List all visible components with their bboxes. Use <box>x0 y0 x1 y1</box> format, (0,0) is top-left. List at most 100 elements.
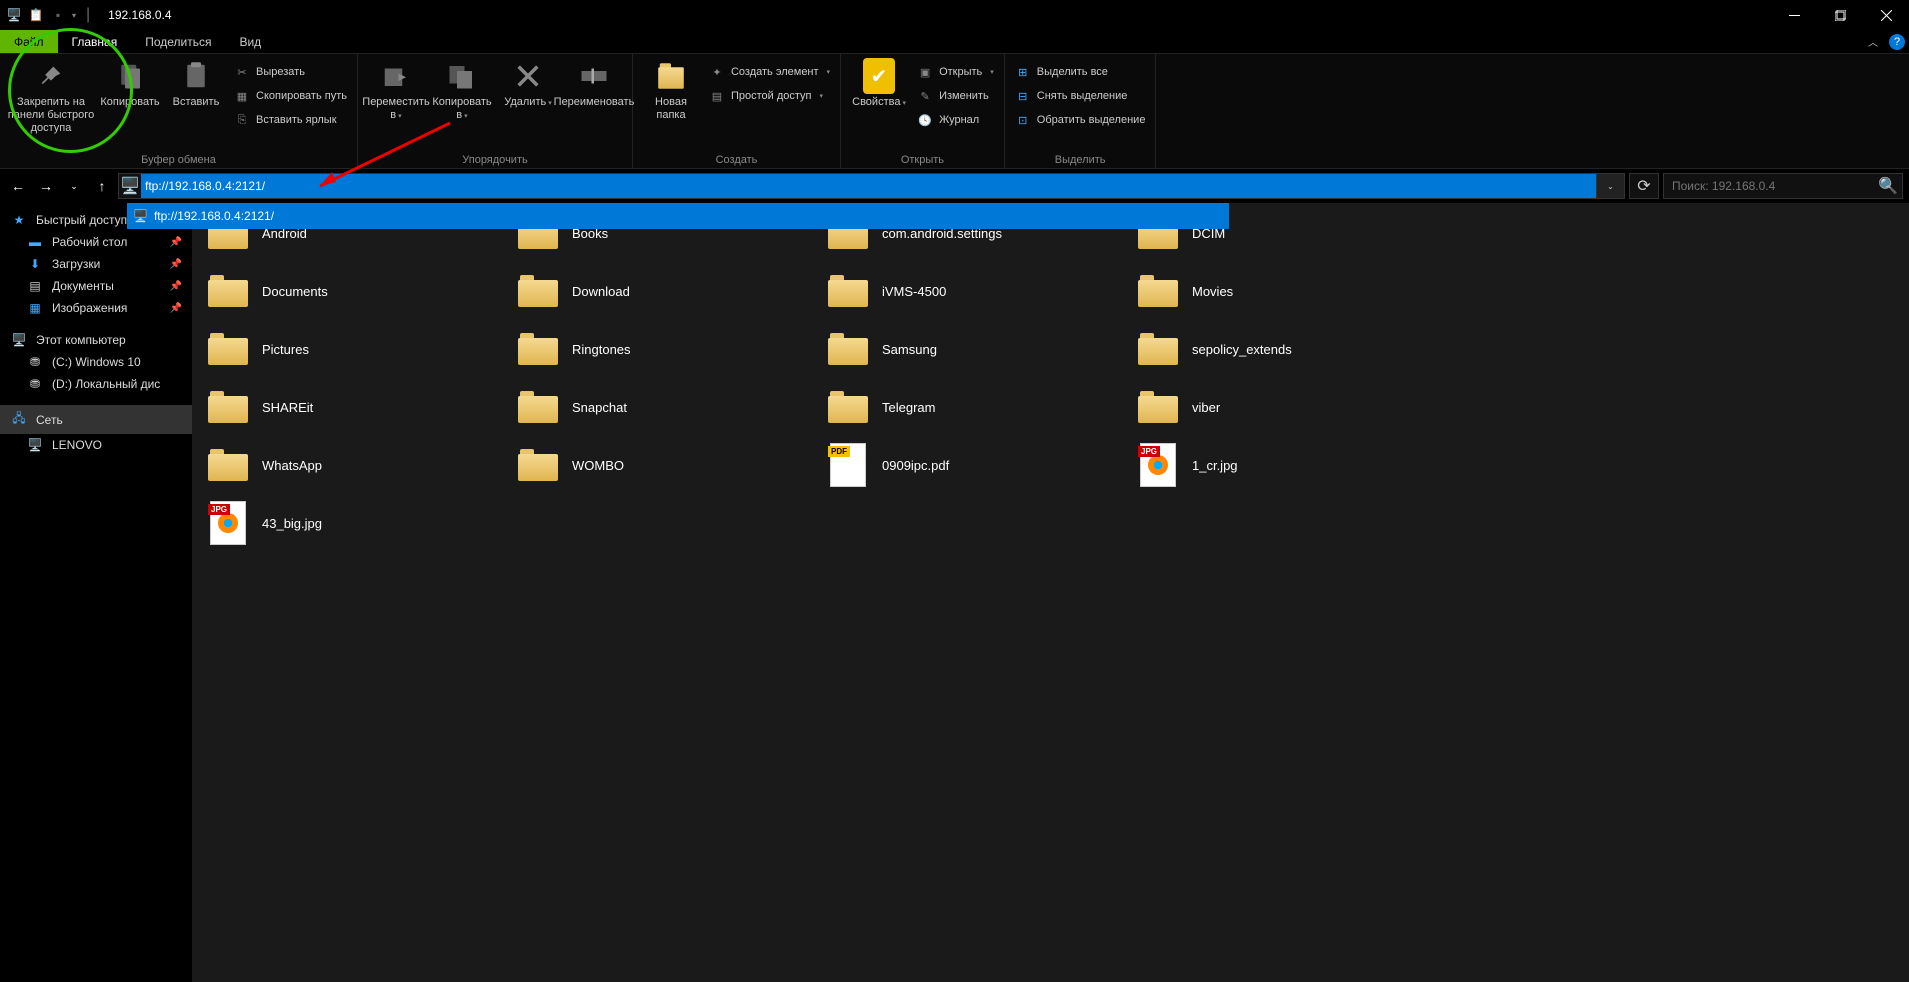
sidebar-drive-d[interactable]: ⛃(D:) Локальный дис <box>0 373 192 395</box>
sidebar-drive-c[interactable]: ⛃(C:) Windows 10 <box>0 351 192 373</box>
file-name: Documents <box>262 284 328 299</box>
pin-icon: 📌 <box>170 237 182 248</box>
sidebar-desktop[interactable]: ▬Рабочий стол📌 <box>0 231 192 253</box>
download-icon: ⬇ <box>26 257 44 271</box>
copyto-button[interactable]: Копировать в▾ <box>430 56 494 122</box>
address-suggestion[interactable]: 🖥️ ftp://192.168.0.4:2121/ <box>127 203 1229 229</box>
tab-file[interactable]: Файл <box>0 30 58 53</box>
file-item[interactable]: SHAREit <box>206 387 506 427</box>
search-input[interactable] <box>1664 179 1874 193</box>
file-item[interactable]: WOMBO <box>516 445 816 485</box>
paste-shortcut-button[interactable]: ⎘Вставить ярлык <box>230 110 351 130</box>
folder-icon <box>1138 391 1178 423</box>
scissors-icon: ✂ <box>234 64 250 80</box>
file-name: 43_big.jpg <box>262 516 322 531</box>
history-button[interactable]: 🕓Журнал <box>913 110 998 130</box>
selectall-icon: ⊞ <box>1015 64 1031 80</box>
delete-icon <box>512 60 544 92</box>
file-item[interactable]: 0909ipc.pdf <box>826 445 1126 485</box>
tab-view[interactable]: Вид <box>225 30 275 53</box>
rename-button[interactable]: Переименовать <box>562 56 626 109</box>
folder-icon <box>828 391 868 423</box>
properties-button[interactable]: ✔ Свойства▾ <box>847 56 911 109</box>
invert-icon: ⊡ <box>1015 112 1031 128</box>
file-name: 1_cr.jpg <box>1192 458 1238 473</box>
refresh-button[interactable]: ⟳ <box>1629 173 1659 199</box>
tab-home[interactable]: Главная <box>58 30 132 53</box>
new-item-button[interactable]: ✦Создать элемент▾ <box>705 62 834 82</box>
file-item[interactable]: Ringtones <box>516 329 816 369</box>
file-item[interactable]: Pictures <box>206 329 506 369</box>
cut-button[interactable]: ✂Вырезать <box>230 62 351 82</box>
check-icon: ✔ <box>863 60 895 92</box>
folder-icon <box>208 391 248 423</box>
qat-item[interactable]: ▪ <box>50 7 66 23</box>
sidebar-network[interactable]: 🖧Сеть <box>0 405 192 434</box>
explorer-icon: 🖥️ <box>6 7 22 23</box>
up-button[interactable]: ↑ <box>90 174 114 198</box>
sidebar-network-host[interactable]: 🖥️LENOVO <box>0 434 192 456</box>
file-item[interactable]: 1_cr.jpg <box>1136 445 1436 485</box>
star-icon: ★ <box>10 213 28 227</box>
new-folder-button[interactable]: Новая папка <box>639 56 703 122</box>
file-item[interactable]: Telegram <box>826 387 1126 427</box>
pin-quickaccess-button[interactable]: Закрепить на панели быстрого доступа <box>6 56 96 136</box>
moveto-button[interactable]: Переместить в▾ <box>364 56 428 122</box>
file-item[interactable]: viber <box>1136 387 1436 427</box>
address-dropdown-arrow[interactable]: ⌄ <box>1596 174 1624 198</box>
file-item[interactable]: Movies <box>1136 271 1436 311</box>
ribbon-collapse[interactable]: ︿ <box>1861 30 1885 53</box>
content-pane[interactable]: AndroidBookscom.android.settingsDCIMDocu… <box>192 203 1909 982</box>
pictures-icon: ▦ <box>26 301 44 315</box>
folder-icon <box>208 449 248 481</box>
select-none-button[interactable]: ⊟Снять выделение <box>1011 86 1150 106</box>
folder-icon <box>1138 333 1178 365</box>
paste-button[interactable]: Вставить <box>164 56 228 109</box>
file-name: SHAREit <box>262 400 313 415</box>
file-item[interactable]: Samsung <box>826 329 1126 369</box>
address-input[interactable] <box>141 174 1596 198</box>
copy-path-button[interactable]: ▦Скопировать путь <box>230 86 351 106</box>
help-button[interactable]: ? <box>1885 30 1909 53</box>
folder-icon <box>1138 275 1178 307</box>
separator: | <box>86 6 90 24</box>
paste-icon <box>180 60 212 92</box>
file-name: Telegram <box>882 400 935 415</box>
qat-item[interactable]: 📋 <box>28 7 44 23</box>
select-all-button[interactable]: ⊞Выделить все <box>1011 62 1150 82</box>
title-bar: 🖥️ 📋 ▪ ▾ | 192.168.0.4 <box>0 0 1909 30</box>
sidebar-documents[interactable]: ▤Документы📌 <box>0 275 192 297</box>
file-item[interactable]: sepolicy_extends <box>1136 329 1436 369</box>
rename-icon <box>578 60 610 92</box>
close-button[interactable] <box>1863 0 1909 30</box>
minimize-button[interactable] <box>1771 0 1817 30</box>
copy-button[interactable]: Копировать <box>98 56 162 109</box>
location-icon: 🖥️ <box>119 176 141 196</box>
easy-access-button[interactable]: ▤Простой доступ▾ <box>705 86 834 106</box>
delete-button[interactable]: Удалить▾ <box>496 56 560 109</box>
back-button[interactable]: ← <box>6 174 30 198</box>
invert-selection-button[interactable]: ⊡Обратить выделение <box>1011 110 1150 130</box>
edit-button[interactable]: ✎Изменить <box>913 86 998 106</box>
file-item[interactable]: Snapchat <box>516 387 816 427</box>
file-name: Ringtones <box>572 342 631 357</box>
ribbon: Закрепить на панели быстрого доступа Коп… <box>0 54 1909 169</box>
tab-share[interactable]: Поделиться <box>131 30 225 53</box>
sidebar-downloads[interactable]: ⬇Загрузки📌 <box>0 253 192 275</box>
maximize-button[interactable] <box>1817 0 1863 30</box>
file-item[interactable]: Download <box>516 271 816 311</box>
open-button[interactable]: ▣Открыть▾ <box>913 62 998 82</box>
recent-dropdown[interactable]: ⌄ <box>62 174 86 198</box>
file-item[interactable]: iVMS-4500 <box>826 271 1126 311</box>
file-name: WhatsApp <box>262 458 322 473</box>
easyaccess-icon: ▤ <box>709 88 725 104</box>
forward-button[interactable]: → <box>34 174 58 198</box>
file-item[interactable]: 43_big.jpg <box>206 503 506 543</box>
file-item[interactable]: Documents <box>206 271 506 311</box>
file-item[interactable]: WhatsApp <box>206 445 506 485</box>
sidebar-pictures[interactable]: ▦Изображения📌 <box>0 297 192 319</box>
sidebar-this-pc[interactable]: 🖥️Этот компьютер <box>0 329 192 351</box>
qat-dropdown[interactable]: ▾ <box>72 11 76 20</box>
file-name: Snapchat <box>572 400 627 415</box>
moveto-icon <box>380 60 412 92</box>
